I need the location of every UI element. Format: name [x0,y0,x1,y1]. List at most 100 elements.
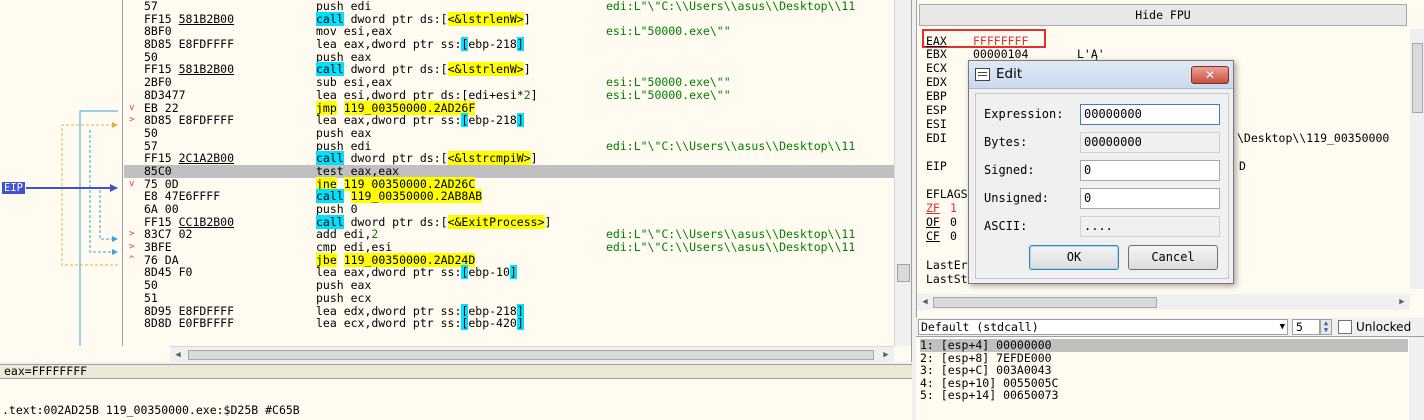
register-edi[interactable]: EDI [926,131,947,145]
instruction-mnemonic: push eax [316,125,372,140]
disasm-row[interactable]: E8 47E6FFFF call 119_00350000.2AB8AB [124,189,894,204]
lasterror-label: LastEr [926,258,968,272]
unlocked-checkbox[interactable] [1338,320,1352,334]
instruction-comment: esi:L"50000.exe\"" [606,75,731,90]
register-value[interactable]: 00000104 [973,47,1028,61]
scroll-left-icon[interactable]: ◀ [171,349,185,361]
instruction-mnemonic: cmp edi,esi [316,240,393,255]
bytes-reference: 581B2B00 [178,11,235,26]
register-eax[interactable]: EAX [926,34,947,48]
stack-row[interactable]: 3: [esp+C] 003A0043 [920,364,1408,377]
instruction-mnemonic: lea ecx,dword ptr ss:[ebp-420] [316,316,524,331]
instruction-mnemonic: push 0 [316,202,358,216]
flag-value[interactable]: 1 [950,201,957,215]
flag-value[interactable]: 0 [950,215,957,229]
disasm-row[interactable]: 8D8D E0FBFFFF lea ecx,dword ptr ss:[ebp-4… [124,316,894,331]
bytes-reference: 581B2B00 [178,62,235,77]
expression-field[interactable]: 00000000 [1080,104,1220,125]
register-value[interactable]: FFFFFFFF [973,34,1028,48]
disasm-row[interactable]: 8D45 F0 lea eax,dword ptr ss:[ebp-10] [124,265,894,280]
disasm-row[interactable]: 8D85 E8FDFFFF lea eax,dword ptr ss:[ebp-2… [124,37,894,52]
disasm-row[interactable]: FF15 581B2B00 call dword ptr ds:[<&lstrle… [124,11,894,26]
instruction-bytes: 51 [144,290,158,305]
ascii-field: .... [1080,216,1220,237]
instruction-comment: edi:L"\"C:\\Users\\asus\\Desktop\\11 [606,0,856,13]
disasm-row[interactable]: FF15 581B2B00 call dword ptr ds:[<&lstrle… [124,62,894,77]
stack-row[interactable]: 5: [esp+14] 00650073 [920,389,1408,402]
scroll-right-icon[interactable]: ▶ [1395,296,1409,308]
scroll-left-icon[interactable]: ◀ [918,296,932,308]
disasm-row[interactable]: 6A 00 push 0 [124,203,894,216]
register-ebx[interactable]: EBX [926,47,947,61]
close-button[interactable]: ✕ [1191,66,1229,84]
disasm-row[interactable]: 8D3477 lea esi,dword ptr ds:[edi+esi*2] es… [124,88,894,102]
eip-marker: EIP [2,182,25,194]
disasm-row[interactable]: FF15 2C1A2B00 call dword ptr ds:[<&lstrcm… [124,151,894,166]
instruction-mnemonic: push eax [316,278,372,293]
hide-fpu-button[interactable]: Hide FPU [919,4,1407,26]
instruction-mnemonic: test eax,eax [316,163,400,178]
field-label: ASCII: [984,219,1028,233]
ok-button[interactable]: OK [1029,245,1119,270]
scroll-thumb[interactable] [897,264,910,282]
laststatus-label: LastSt [926,272,968,286]
jump-arrow-gutter: EIP [0,0,122,346]
register-annotation: L'Ą' [1077,47,1105,61]
disassembly-rows[interactable]: 57 push edi edi:L"\"C:\\Users\\asus\\Deskt… [124,0,894,331]
instruction-mnemonic: push edi [316,0,372,13]
instruction-bytes: 3BFE [144,240,172,255]
register-ecx[interactable]: ECX [926,61,947,75]
scroll-right-icon[interactable]: ▶ [879,349,893,361]
edit-dialog[interactable]: Edit ✕ Expression: 00000000 Bytes: 00000000… [968,60,1234,284]
eflags-label: EFLAGS [926,187,968,201]
instruction-bytes: 2BF0 [144,75,172,90]
disasm-row[interactable]: >3BFE cmp edi,esi edi:L"\"C:\\Users\\asus\… [124,241,894,254]
flag-zf[interactable]: ZF [926,201,940,215]
stack-row[interactable]: 1: [esp+4] 00000000 [920,339,1408,352]
disasm-row[interactable]: 50 push eax [124,279,894,292]
register-esp[interactable]: ESP [926,103,947,117]
dialog-window-icon [975,68,990,81]
disasm-row[interactable]: 51 push ecx [124,292,894,305]
register-eip[interactable]: EIP [926,159,947,173]
spin-down-icon[interactable]: ▼ [1321,327,1331,334]
disassembly-vertical-scrollbar[interactable] [894,0,911,346]
disasm-row[interactable]: 2BF0 sub esi,eax esi:L"50000.exe\"" [124,76,894,89]
registers-horizontal-scrollbar[interactable]: ◀ ▶ [917,294,1410,310]
field-label: Unsigned: [984,191,1050,205]
scroll-thumb[interactable] [1412,43,1423,113]
field-label: Signed: [984,163,1035,177]
disasm-row[interactable]: 85C0 test eax,eax [124,165,894,178]
instruction-comment: esi:L"50000.exe\"" [606,24,731,39]
dialog-title-bar[interactable]: Edit ✕ [969,61,1233,89]
flag-of[interactable]: OF [926,215,940,229]
stack-arguments-list[interactable]: 1: [esp+4] 00000000 2: [esp+8] 7EFDE000 3:… [916,336,1424,420]
registers-vertical-scrollbar[interactable] [1410,29,1424,289]
scroll-thumb[interactable] [188,350,874,360]
argument-count-input[interactable]: 5 [1292,319,1320,335]
calling-convention-select[interactable]: Default (stdcall) ▼ [918,319,1288,335]
flag-value[interactable]: 0 [950,229,957,243]
unsigned-field[interactable]: 0 [1080,188,1220,209]
signed-field[interactable]: 0 [1080,160,1220,181]
flag-cf[interactable]: CF [926,229,940,243]
instruction-comment: edi:L"\"C:\\Users\\asus\\Desktop\\11 [606,138,856,153]
register-edx[interactable]: EDX [926,75,947,89]
branch-marker-icon: > [129,229,135,240]
argument-count-spinner[interactable]: ▲ ▼ [1320,319,1332,335]
stack-vertical-scrollbar[interactable] [1409,337,1424,420]
register-ebp[interactable]: EBP [926,89,947,103]
disassembly-pane[interactable]: EIP 57 push edi edi:L"\"C:\\Users\\asus\\D… [0,0,912,362]
status-bar: .text:002AD25B 119_00350000.exe:$D25B #C… [0,379,912,420]
field-label: Bytes: [984,135,1028,149]
scroll-thumb[interactable] [933,297,1157,308]
disasm-row[interactable]: 57 push edi edi:L"\"C:\\Users\\asus\\Deskt… [124,0,894,13]
cancel-button[interactable]: Cancel [1128,245,1218,270]
branch-marker-icon: v [129,102,135,113]
register-esi[interactable]: ESI [926,117,947,131]
disasm-row[interactable]: >8D85 E8FDFFFF lea eax,dword ptr ss:[ebp-… [124,113,894,128]
disasm-row[interactable]: 50 push eax [124,127,894,140]
disasm-row[interactable]: v 75 0D jne 119_00350000.2AD26C [124,176,894,191]
disassembly-horizontal-scrollbar[interactable]: ◀ ▶ [170,346,894,362]
instruction-mnemonic: lea eax,dword ptr ss:[ebp-218] [316,113,524,128]
